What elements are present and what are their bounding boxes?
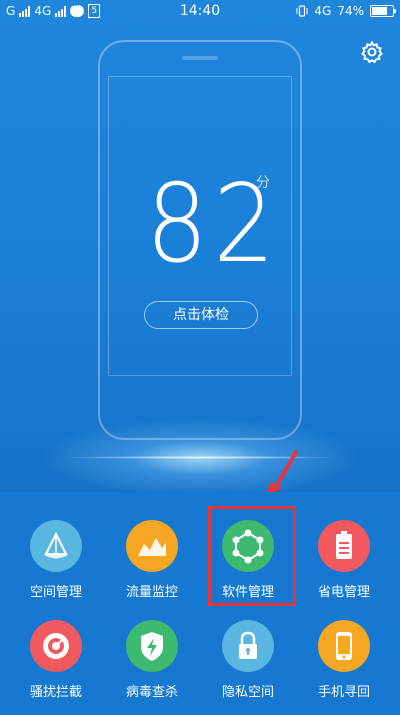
network-label: 4G xyxy=(314,4,332,18)
tool-battery-save[interactable]: 省电管理 xyxy=(296,498,392,600)
phone-speaker xyxy=(182,56,218,60)
vibrate-icon xyxy=(296,5,308,17)
virus-scan-icon xyxy=(126,620,178,672)
highlight-box xyxy=(208,506,296,606)
tool-label: 隐私空间 xyxy=(221,685,274,700)
battery-icon xyxy=(370,5,396,17)
health-score: 82 xyxy=(146,162,281,287)
tool-harass-block[interactable]: 骚扰拦截 xyxy=(8,598,104,700)
settings-gear-icon[interactable] xyxy=(360,40,384,64)
tool-phone-find[interactable]: 手机寻回 xyxy=(296,598,392,700)
score-unit: 分 xyxy=(256,175,270,191)
battery-percent: 74% xyxy=(337,4,364,18)
space-manage-icon xyxy=(30,520,82,572)
battery-save-icon xyxy=(318,520,370,572)
status-bar: G 4G 5 14:40 4G 74% xyxy=(0,0,400,24)
tool-label: 骚扰拦截 xyxy=(29,685,82,700)
phone-find-icon xyxy=(318,620,370,672)
tool-label: 病毒查杀 xyxy=(125,685,178,700)
check-up-button[interactable]: 点击体检 xyxy=(144,301,258,329)
tool-virus-scan[interactable]: 病毒查杀 xyxy=(104,598,200,700)
tool-privacy-space[interactable]: 隐私空间 xyxy=(200,598,296,700)
tool-space-manage[interactable]: 空间管理 xyxy=(8,498,104,600)
tool-traffic-monitor[interactable]: 流量监控 xyxy=(104,498,200,600)
tool-label: 手机寻回 xyxy=(317,685,370,700)
traffic-monitor-icon xyxy=(126,520,178,572)
harass-block-icon xyxy=(30,620,82,672)
privacy-space-icon xyxy=(222,620,274,672)
